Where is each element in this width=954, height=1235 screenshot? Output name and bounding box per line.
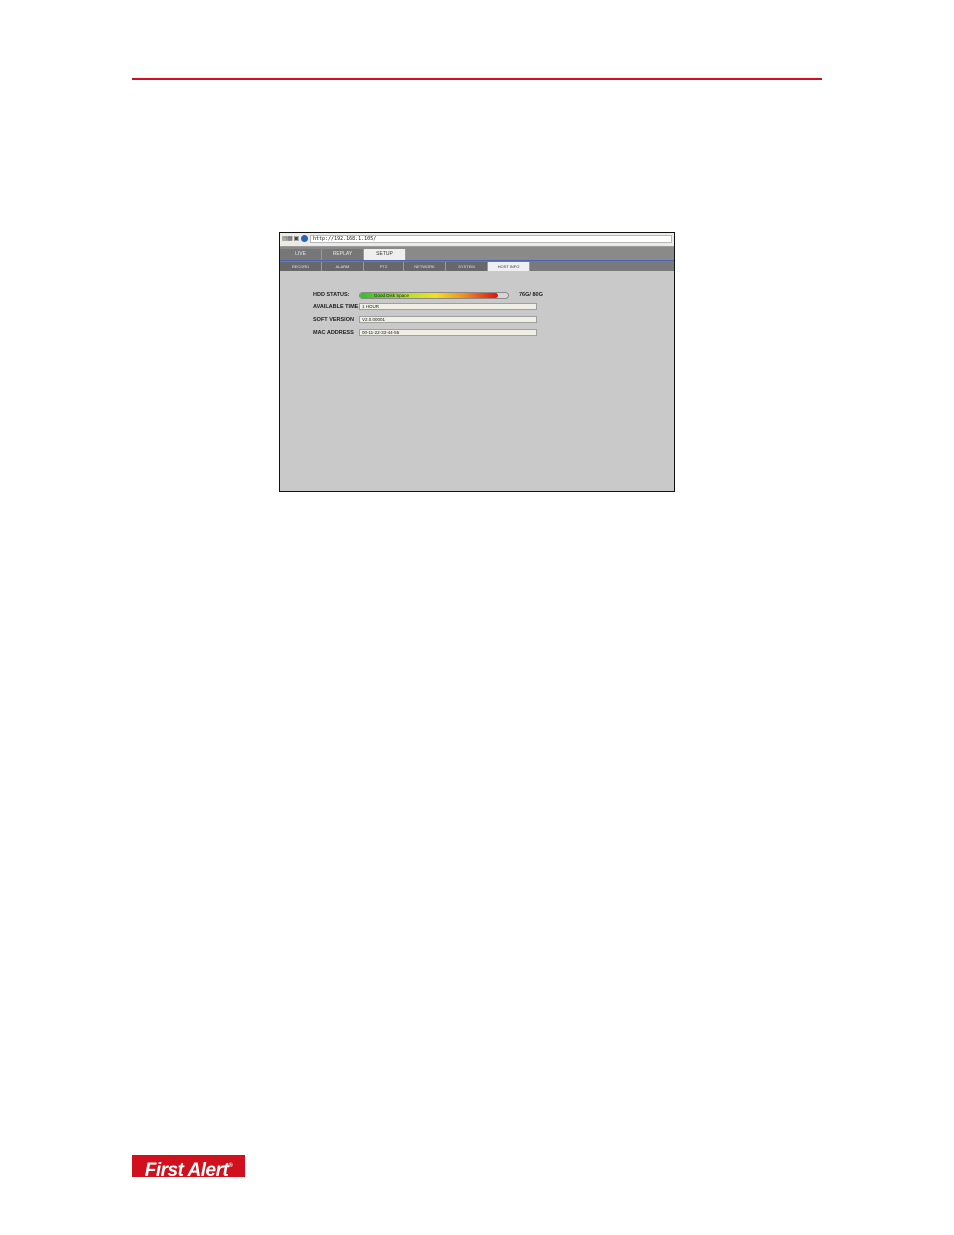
tab-replay[interactable]: REPLAY bbox=[322, 249, 364, 260]
soft-version-field: V2.0.00001 bbox=[359, 316, 537, 323]
logo-text: First Alert bbox=[144, 1160, 229, 1181]
soft-version-label: SOFT VERSION bbox=[313, 317, 354, 323]
tab-setup[interactable]: SETUP bbox=[364, 249, 406, 260]
subtab-system[interactable]: SYSTEM bbox=[446, 262, 488, 271]
subtab-network[interactable]: NETWORK bbox=[404, 262, 446, 271]
dvr-web-screenshot: ▤▦ ▣ http://192.168.1.105/ LIVE REPLAY S… bbox=[279, 232, 675, 492]
browser-address-bar: ▤▦ ▣ http://192.168.1.105/ bbox=[280, 233, 674, 247]
subtab-host-info[interactable]: HOST INFO bbox=[488, 262, 530, 271]
url-input[interactable]: http://192.168.1.105/ bbox=[310, 235, 672, 243]
hdd-status-bar: Good Disk Space bbox=[359, 292, 509, 299]
browser-toolbar-icons[interactable]: ▤▦ ▣ bbox=[282, 235, 299, 243]
mac-address-field: 00-11-22-33-44-55 bbox=[359, 329, 537, 336]
subtab-record[interactable]: RECORD bbox=[280, 262, 322, 271]
first-alert-logo: First Alert® bbox=[132, 1155, 245, 1181]
available-time-label: AVAILABLE TIME bbox=[313, 304, 359, 310]
mac-address-label: MAC ADDRESS bbox=[313, 330, 354, 336]
logo-registered-mark: ® bbox=[228, 1163, 233, 1169]
hdd-size-value: 76G/ 80G bbox=[519, 292, 543, 298]
main-tab-bar: LIVE REPLAY SETUP bbox=[280, 247, 674, 261]
browser-page-icon bbox=[301, 235, 308, 242]
header-rule bbox=[132, 78, 822, 80]
subtab-ptz[interactable]: PTZ bbox=[364, 262, 404, 271]
sub-tab-bar: RECORD ALARM PTZ NETWORK SYSTEM HOST INF… bbox=[280, 261, 674, 271]
tab-live[interactable]: LIVE bbox=[280, 249, 322, 260]
hdd-status-label: HDD STATUS: bbox=[313, 292, 350, 298]
subtab-alarm[interactable]: ALARM bbox=[322, 262, 364, 271]
available-time-field: 1 HOUR bbox=[359, 303, 537, 310]
hdd-status-text: Good Disk Space bbox=[374, 293, 410, 298]
